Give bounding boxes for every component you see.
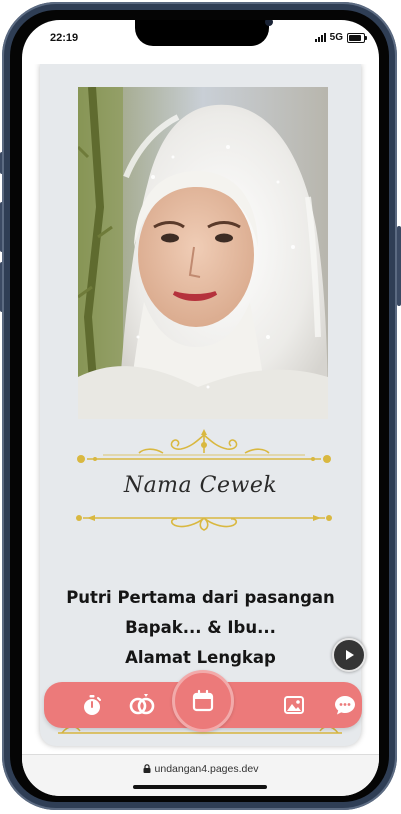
signal-icon: [314, 33, 326, 42]
music-play-button[interactable]: [332, 638, 366, 672]
home-indicator[interactable]: [133, 785, 267, 789]
status-indicators: 5G: [314, 32, 367, 43]
ornament-bottom: [76, 515, 332, 531]
nav-gallery[interactable]: [274, 682, 314, 728]
battery-icon: [347, 32, 367, 43]
couple-icon: [129, 694, 155, 715]
bride-photo-image: [78, 87, 328, 419]
address: Alamat Lengkap: [125, 648, 276, 667]
invitation-page[interactable]: Nama Cewek Putri Pertama dari pasangan B…: [22, 64, 379, 754]
gallery-icon: [284, 696, 304, 714]
bride-card: Nama Cewek Putri Pertama dari pasangan B…: [40, 64, 361, 746]
url-display[interactable]: undangan4.pages.dev: [22, 763, 379, 775]
nav-countdown[interactable]: [72, 682, 112, 728]
status-bar: 22:19 5G: [22, 20, 379, 64]
bride-name: Nama Cewek: [123, 473, 278, 498]
nav-couple[interactable]: [122, 682, 162, 728]
timer-icon: [84, 695, 101, 715]
play-icon: [346, 650, 354, 660]
parents-line: Putri Pertama dari pasangan: [66, 588, 335, 607]
network-type: 5G: [329, 32, 343, 43]
ornament-top: [77, 429, 331, 463]
front-camera: [265, 20, 273, 26]
notch: [135, 20, 273, 46]
phone-screen: 22:19 5G Nama Cewek Putri Pertama dari p…: [22, 20, 379, 796]
calendar-icon: [192, 689, 214, 712]
lock-icon: [143, 764, 151, 773]
url-text: undangan4.pages.dev: [154, 763, 259, 775]
bride-photo: [78, 87, 328, 419]
power-button: [397, 226, 401, 306]
nav-event-date[interactable]: [172, 670, 234, 732]
parents-names: Bapak... & Ibu...: [125, 618, 276, 637]
nav-wishes[interactable]: [325, 682, 365, 728]
browser-url-bar[interactable]: undangan4.pages.dev: [22, 754, 379, 796]
bottom-nav: [44, 670, 365, 732]
chat-icon: [335, 696, 355, 715]
status-time: 22:19: [50, 32, 79, 44]
